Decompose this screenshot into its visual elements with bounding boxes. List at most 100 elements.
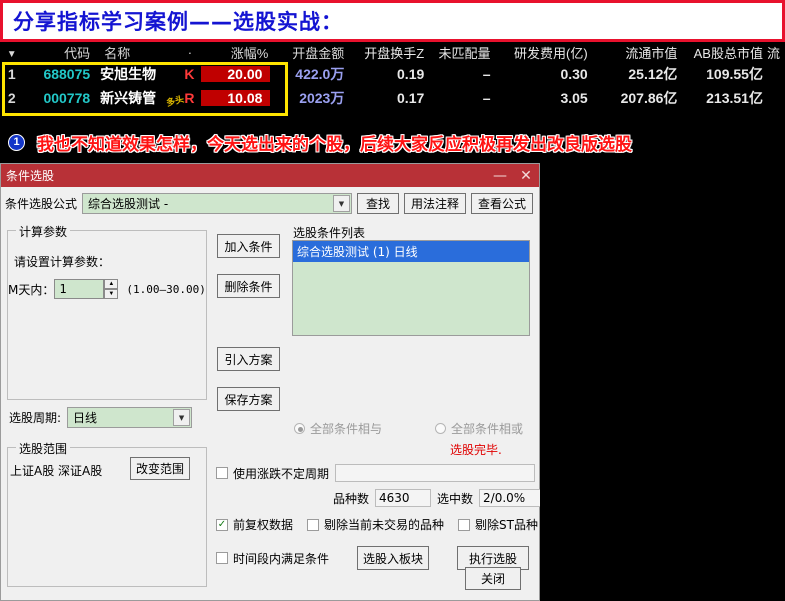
row-unmatched: – bbox=[482, 90, 491, 106]
checkbox-icon bbox=[216, 467, 228, 479]
row-unmatched: – bbox=[482, 66, 491, 82]
import-scheme-button[interactable]: 引入方案 bbox=[217, 347, 280, 371]
radio-dot-icon bbox=[435, 423, 446, 434]
checkbox-unstable-period[interactable]: 使用涨跌不定周期 bbox=[216, 465, 329, 482]
add-to-block-button[interactable]: 选股入板块 bbox=[357, 546, 430, 570]
stock-screener-dialog: 条件选股 — ✕ 条件选股公式 综合选股测试 - ▼ 查找 用法注释 查看公式 … bbox=[0, 163, 546, 601]
annotation-text: 我也不知道效果怎样，今天选出来的个股，后续大家反应积极再发出改良版选股 bbox=[37, 134, 632, 155]
param-range: (1.00—30.00) bbox=[126, 282, 206, 296]
chevron-down-icon[interactable]: ▼ bbox=[173, 409, 191, 426]
column-header-name[interactable]: 名称 bbox=[90, 43, 178, 62]
usage-note-button[interactable]: 用法注释 bbox=[404, 193, 466, 214]
row-open-turnover: 0.17 bbox=[397, 90, 425, 106]
close-button[interactable]: 关闭 bbox=[465, 567, 521, 590]
counts-row: 品种数 4630 选中数 2/0.0% bbox=[333, 489, 546, 507]
column-header-rd-expense[interactable]: 研发费用(亿) bbox=[507, 43, 602, 62]
checkbox-period-satisfy-label: 时间段内满足条件 bbox=[233, 551, 330, 566]
selected-count-label: 选中数 bbox=[437, 491, 474, 506]
column-header-sort[interactable]: ▼ bbox=[0, 45, 23, 60]
row-ab-cap: 213.51亿 bbox=[706, 90, 763, 106]
radio-all-or-label: 全部条件相或 bbox=[451, 422, 524, 436]
condition-list-title: 选股条件列表 bbox=[293, 226, 366, 240]
background-panel bbox=[540, 163, 785, 601]
row-name: 安旭生物 bbox=[90, 64, 178, 84]
checkbox-exclude-untraded[interactable]: 剔除当前未交易的品种 bbox=[307, 516, 444, 533]
list-item[interactable]: 综合选股测试 (1) 日线 bbox=[293, 241, 529, 262]
stepper-down-icon[interactable]: ▼ bbox=[104, 289, 119, 299]
checkbox-adjusted-data-label: 前复权数据 bbox=[233, 518, 294, 532]
checkbox-exclude-st-label: 剔除ST品种 bbox=[475, 518, 538, 532]
row-ab-cap: 109.55亿 bbox=[706, 66, 763, 82]
formula-select-value: 综合选股测试 - bbox=[88, 197, 169, 211]
column-header-ab-cap[interactable]: AB股总市值 bbox=[685, 43, 767, 62]
row-tag: 多头 bbox=[164, 93, 185, 109]
checkbox-icon: ✓ bbox=[216, 518, 228, 531]
period-label: 选股周期: bbox=[9, 411, 62, 425]
column-header-unmatched[interactable]: 未匹配量 bbox=[438, 43, 506, 62]
find-button[interactable]: 查找 bbox=[357, 193, 399, 214]
column-header-open-amount[interactable]: 开盘金额 bbox=[270, 43, 350, 62]
window-buttons: — ✕ bbox=[487, 164, 539, 187]
period-row: 选股周期: 日线 ▼ bbox=[9, 407, 193, 428]
save-scheme-button[interactable]: 保存方案 bbox=[217, 387, 280, 411]
formula-label: 条件选股公式 bbox=[5, 197, 78, 211]
banner: 分享指标学习案例——选股实战： bbox=[0, 0, 785, 42]
close-icon[interactable]: ✕ bbox=[513, 164, 539, 187]
m-days-input[interactable]: 1 bbox=[54, 279, 105, 299]
row-open-amount: 2023万 bbox=[299, 90, 345, 106]
column-header-dot[interactable]: · bbox=[178, 45, 201, 60]
annotation-caption: 1 我也不知道效果怎样，今天选出来的个股，后续大家反应积极再发出改良版选股 bbox=[0, 122, 785, 162]
row-index: 2 bbox=[7, 90, 16, 106]
checkbox-adjusted-data[interactable]: ✓ 前复权数据 bbox=[216, 516, 293, 533]
checkbox-unstable-period-label: 使用涨跌不定周期 bbox=[233, 466, 330, 481]
radio-dot-icon bbox=[294, 423, 305, 434]
filter-options-row: ✓ 前复权数据 剔除当前未交易的品种 剔除ST品种 bbox=[216, 516, 538, 533]
remove-condition-button[interactable]: 删除条件 bbox=[217, 274, 280, 298]
table-row[interactable]: 2 000778 新兴铸管 多头 R 10.08 2023万 0.17 – 3.… bbox=[0, 86, 785, 110]
scope-value: 上证A股 深证A股 bbox=[10, 464, 103, 478]
table-row[interactable]: 1 688075 安旭生物 K 20.00 422.0万 0.19 – 0.30… bbox=[0, 62, 785, 86]
checkbox-exclude-st[interactable]: 剔除ST品种 bbox=[458, 516, 538, 533]
row-open-turnover: 0.19 bbox=[397, 66, 425, 82]
param-row: M天内： 1 ▲ ▼ (1.00—30.00) bbox=[8, 279, 206, 299]
unstable-period-row: 使用涨跌不定周期 bbox=[216, 464, 536, 482]
radio-all-or[interactable]: 全部条件相或 bbox=[435, 420, 523, 437]
row-code: 688075 bbox=[43, 66, 91, 82]
row-float-cap: 25.12亿 bbox=[628, 66, 678, 82]
column-header-code[interactable]: 代码 bbox=[23, 43, 90, 62]
formula-row: 条件选股公式 综合选股测试 - ▼ 查找 用法注释 查看公式 bbox=[1, 187, 539, 214]
row-code: 000778 bbox=[43, 90, 91, 106]
banner-title: 分享指标学习案例——选股实战： bbox=[13, 10, 343, 34]
minimize-icon[interactable]: — bbox=[487, 164, 513, 187]
column-header-open-turnover[interactable]: 开盘换手Z bbox=[350, 43, 438, 62]
calc-prompt: 请设置计算参数： bbox=[14, 255, 111, 269]
column-header-change[interactable]: 涨幅% bbox=[202, 43, 271, 62]
step-badge-icon: 1 bbox=[8, 133, 25, 151]
radio-all-and[interactable]: 全部条件相与 bbox=[294, 420, 382, 437]
add-condition-button[interactable]: 加入条件 bbox=[217, 234, 280, 258]
formula-select[interactable]: 综合选股测试 - ▼ bbox=[82, 193, 352, 214]
view-formula-button[interactable]: 查看公式 bbox=[471, 193, 533, 214]
row-float-cap: 207.86亿 bbox=[620, 90, 678, 106]
row-rd-expense: 0.30 bbox=[560, 66, 588, 82]
chevron-down-icon[interactable]: ▼ bbox=[333, 195, 350, 212]
column-header-truncated[interactable]: 流 bbox=[767, 43, 785, 62]
row-name-text: 安旭生物 bbox=[100, 66, 157, 82]
period-select-value: 日线 bbox=[73, 411, 98, 425]
count-label: 品种数 bbox=[333, 491, 370, 506]
row-name: 新兴铸管 多头 bbox=[90, 88, 185, 108]
m-days-stepper[interactable]: ▲ ▼ bbox=[104, 279, 119, 299]
dialog-title-bar[interactable]: 条件选股 — ✕ bbox=[1, 164, 539, 187]
row-index: 1 bbox=[7, 66, 16, 82]
checkbox-exclude-untraded-label: 剔除当前未交易的品种 bbox=[324, 518, 445, 532]
change-scope-button[interactable]: 改变范围 bbox=[130, 457, 190, 480]
checkbox-period-satisfy[interactable]: 时间段内满足条件 bbox=[216, 550, 329, 567]
condition-list[interactable]: 综合选股测试 (1) 日线 bbox=[292, 240, 530, 336]
unstable-period-input[interactable] bbox=[335, 464, 536, 482]
column-header-float-cap[interactable]: 流通市值 bbox=[602, 43, 686, 62]
calc-params-title: 计算参数 bbox=[16, 223, 71, 240]
chevron-down-icon: ▼ bbox=[6, 48, 17, 60]
stepper-up-icon[interactable]: ▲ bbox=[104, 279, 119, 289]
period-select[interactable]: 日线 ▼ bbox=[67, 407, 193, 428]
row-change: 10.08 bbox=[201, 90, 271, 106]
